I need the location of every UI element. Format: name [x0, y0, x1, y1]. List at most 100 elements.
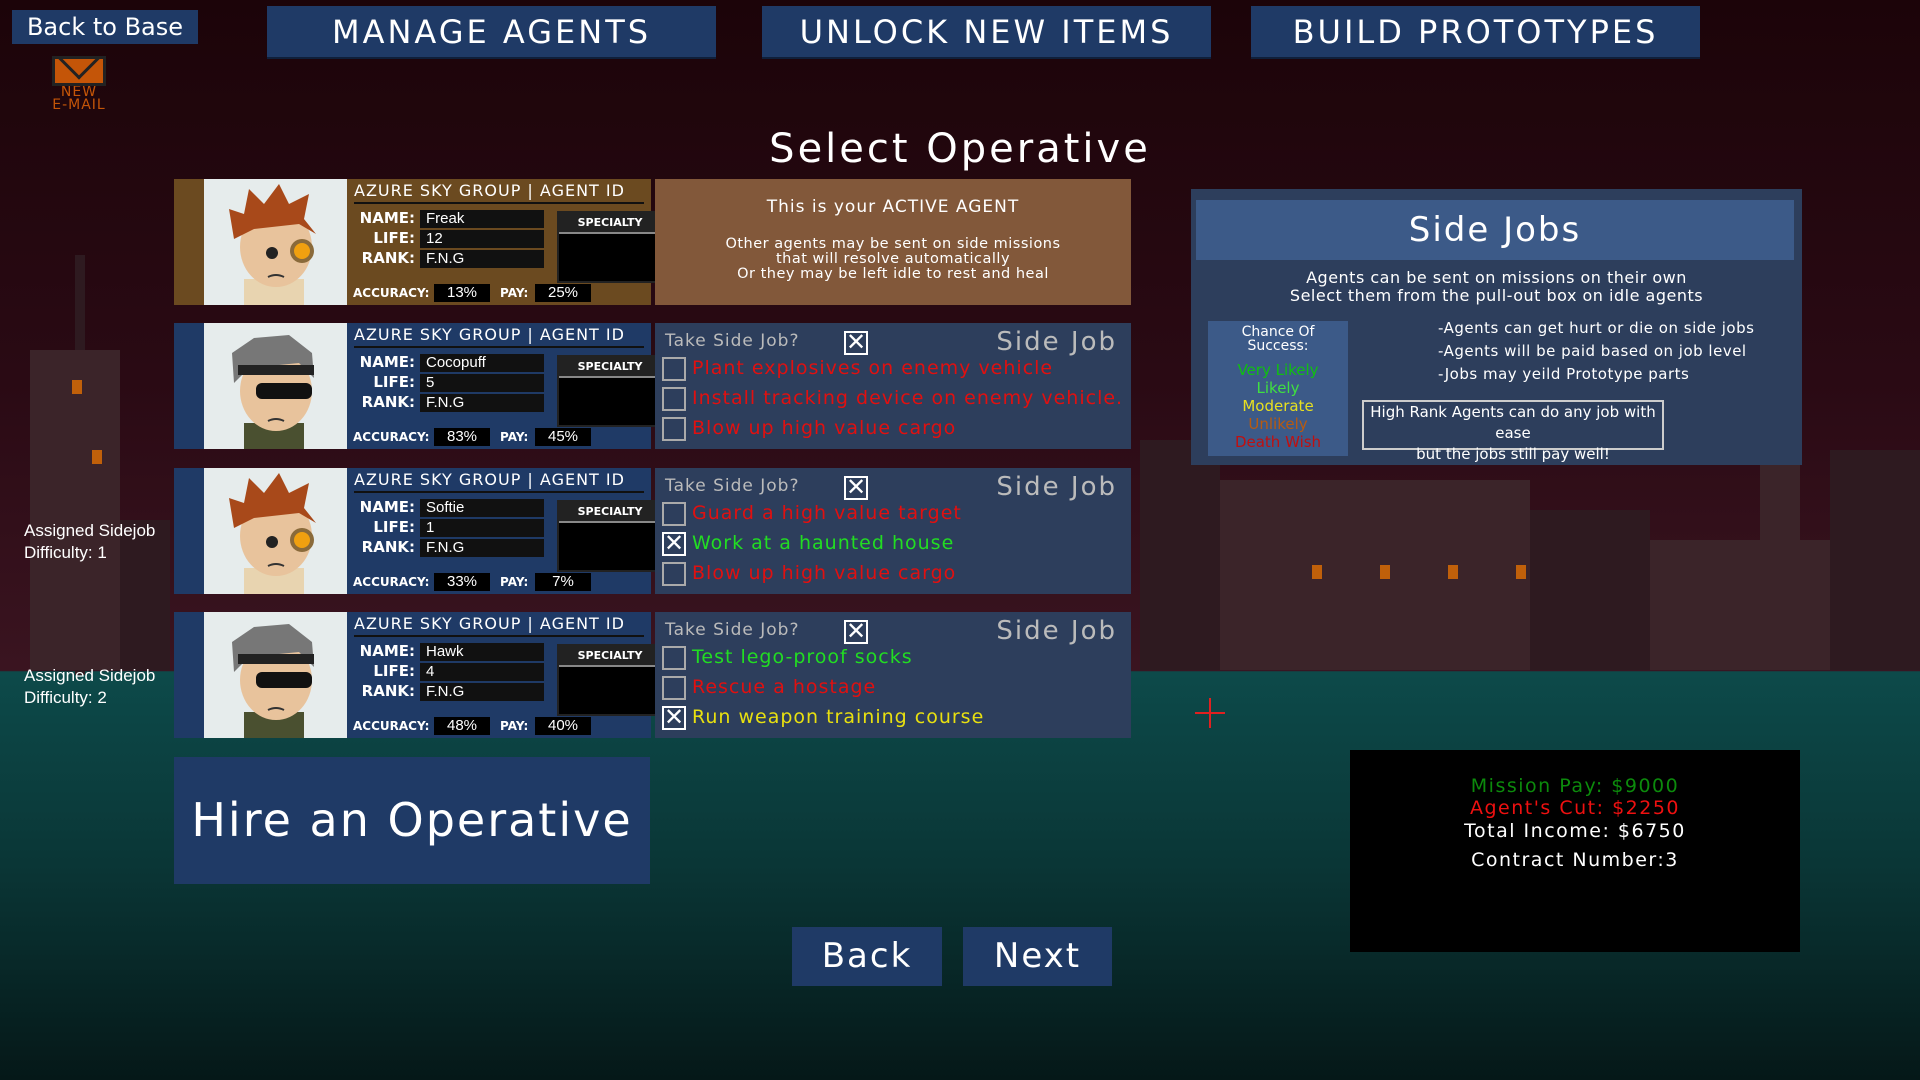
side-job-title: Side Job — [996, 616, 1117, 646]
agent-portrait — [204, 612, 347, 738]
assigned-sidejob-label: Assigned Sidejob Difficulty: 2 — [24, 666, 156, 707]
side-job-option-label[interactable]: Guard a high value target — [692, 502, 962, 524]
take-side-job-label: Take Side Job? — [665, 331, 800, 351]
tab-unlock-new-items[interactable]: UNLOCK NEW ITEMS — [762, 6, 1211, 59]
mission-pay: Mission Pay: $9000 — [1470, 775, 1680, 797]
agent-rank: F.N.G — [420, 539, 544, 557]
side-job-option-checkbox[interactable] — [662, 646, 686, 670]
agent-card[interactable]: AZURE SKY GROUP | AGENT ID NAME: Softie … — [174, 468, 663, 594]
name-label: NAME: — [359, 353, 415, 371]
agents-cut: Agent's Cut: $2250 — [1469, 797, 1681, 819]
agent-pay: 40% — [535, 717, 591, 735]
agent-rank: F.N.G — [420, 394, 544, 412]
take-side-job-checkbox[interactable]: ✕ — [844, 475, 868, 500]
agent-card-header: AZURE SKY GROUP | AGENT ID — [354, 325, 644, 348]
side-job-option-label[interactable]: Run weapon training course — [692, 706, 984, 728]
agent-name: Freak — [420, 210, 544, 228]
agent-portrait — [204, 179, 347, 305]
take-side-job-label: Take Side Job? — [665, 476, 800, 496]
side-job-option-checkbox[interactable] — [662, 562, 686, 586]
agent-life: 1 — [420, 519, 544, 537]
side-job-option-label[interactable]: Plant explosives on enemy vehicle — [692, 357, 1053, 379]
life-label: LIFE: — [373, 518, 415, 536]
pay-label: PAY: — [500, 719, 529, 733]
rank-label: RANK: — [361, 538, 415, 556]
tab-manage-agents[interactable]: MANAGE AGENTS — [267, 6, 716, 59]
side-job-option-label[interactable]: Install tracking device on enemy vehicle… — [692, 387, 1123, 409]
side-job-option-checkbox[interactable] — [662, 676, 686, 700]
assigned-sidejob-label: Assigned Sidejob Difficulty: 1 — [24, 521, 156, 562]
take-side-job-checkbox[interactable]: ✕ — [844, 330, 868, 355]
agent-portrait — [204, 468, 347, 594]
rank-label: RANK: — [361, 682, 415, 700]
intro-line: Agents can be sent on missions on their … — [1306, 268, 1687, 287]
agent-card[interactable]: AZURE SKY GROUP | AGENT ID NAME: Hawk LI… — [174, 612, 663, 738]
side-job-option-checkbox[interactable] — [662, 417, 686, 441]
accuracy-label: ACCURACY: — [353, 430, 430, 444]
side-job-option-checkbox[interactable]: ✕ — [662, 705, 686, 730]
side-job-option-label[interactable]: Test lego-proof socks — [692, 646, 913, 668]
agent-card-header: AZURE SKY GROUP | AGENT ID — [354, 470, 644, 493]
side-job-option-checkbox[interactable] — [662, 387, 686, 411]
agent-accuracy: 48% — [434, 717, 490, 735]
specialty-box: SPECIALTY — [557, 211, 663, 283]
hire-operative-button[interactable]: Hire an Operative — [174, 757, 650, 884]
mission-summary-box: Mission Pay: $9000 Agent's Cut: $2250 To… — [1350, 750, 1800, 952]
side-job-option-checkbox[interactable] — [662, 357, 686, 381]
agent-life: 5 — [420, 374, 544, 392]
name-label: NAME: — [359, 498, 415, 516]
chance-level: Moderate — [1242, 397, 1314, 415]
take-side-job-checkbox[interactable]: ✕ — [844, 619, 868, 644]
email-button[interactable]: NEW E-MAIL — [46, 56, 112, 112]
chance-title: Chance Of — [1241, 324, 1315, 340]
page-title: Select Operative — [769, 126, 1151, 172]
side-job-option-label[interactable]: Blow up high value cargo — [692, 562, 956, 584]
side-job-option-checkbox[interactable] — [662, 502, 686, 526]
contract-number: Contract Number:3 — [1471, 849, 1679, 871]
side-job-option-label[interactable]: Work at a haunted house — [692, 532, 954, 554]
side-job-panel: Take Side Job? ✕ Side Job Test lego-proo… — [655, 612, 1131, 738]
agent-card[interactable]: AZURE SKY GROUP | AGENT ID NAME: Freak L… — [174, 179, 663, 305]
side-job-option-label[interactable]: Rescue a hostage — [692, 676, 876, 698]
side-job-title: Side Job — [996, 327, 1117, 357]
specialty-box: SPECIALTY — [557, 500, 663, 572]
agent-accuracy: 13% — [434, 284, 490, 302]
active-agent-heading: This is your ACTIVE AGENT — [766, 197, 1020, 217]
rank-label: RANK: — [361, 249, 415, 267]
specialty-box: SPECIALTY — [557, 355, 663, 427]
agent-name: Cocopuff — [420, 354, 544, 372]
side-job-option-label[interactable]: Blow up high value cargo — [692, 417, 956, 439]
agent-portrait — [204, 323, 347, 449]
life-label: LIFE: — [373, 662, 415, 680]
side-job-title: Side Job — [996, 472, 1117, 502]
agent-card[interactable]: AZURE SKY GROUP | AGENT ID NAME: Cocopuf… — [174, 323, 663, 449]
side-job-panel: Take Side Job? ✕ Side Job Plant explosiv… — [655, 323, 1131, 449]
email-label: NEW E-MAIL — [52, 84, 106, 113]
rank-label: RANK: — [361, 393, 415, 411]
back-to-base-button[interactable]: Back to Base — [12, 10, 198, 44]
note: -Agents can get hurt or die on side jobs — [1438, 319, 1755, 337]
name-label: NAME: — [359, 209, 415, 227]
agent-name: Hawk — [420, 643, 544, 661]
side-job-option-checkbox[interactable]: ✕ — [662, 531, 686, 556]
chance-of-success-box: Chance Of Success: Very Likely Likely Mode… — [1208, 321, 1348, 456]
note: -Jobs may yeild Prototype parts — [1438, 365, 1690, 383]
tip-box: High Rank Agents can do any job with eas… — [1362, 400, 1664, 463]
chance-level: Very Likely — [1237, 361, 1319, 379]
tab-build-prototypes[interactable]: BUILD PROTOTYPES — [1251, 6, 1700, 59]
agent-rank: F.N.G — [420, 250, 544, 268]
back-button[interactable]: Back — [792, 927, 942, 986]
agent-life: 12 — [420, 230, 544, 248]
accuracy-label: ACCURACY: — [353, 286, 430, 300]
intro-line: Select them from the pull-out box on idl… — [1289, 286, 1704, 305]
specialty-box: SPECIALTY — [557, 644, 663, 716]
next-button[interactable]: Next — [963, 927, 1112, 986]
agent-pay: 7% — [535, 573, 591, 591]
side-job-panel: Take Side Job? ✕ Side Job Guard a high v… — [655, 468, 1131, 594]
agent-life: 4 — [420, 663, 544, 681]
agent-pay: 25% — [535, 284, 591, 302]
active-agent-panel: This is your ACTIVE AGENT Other agents m… — [655, 179, 1131, 305]
agent-accuracy: 33% — [434, 573, 490, 591]
agent-pay: 45% — [535, 428, 591, 446]
chance-level: Unlikely — [1248, 415, 1308, 433]
